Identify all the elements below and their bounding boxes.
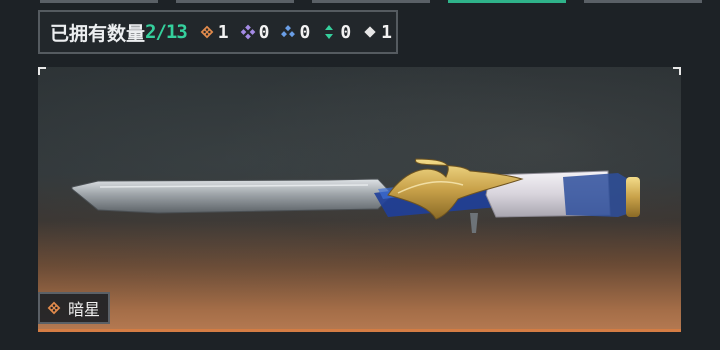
tab-indicator[interactable] — [584, 0, 702, 3]
tab-indicator[interactable] — [176, 0, 294, 3]
rarity-green: 0 — [321, 22, 351, 43]
tab-indicator-active[interactable] — [448, 0, 566, 3]
rarity-strip — [38, 329, 681, 332]
rarity-white-count: 1 — [381, 21, 392, 43]
rarity-blue-count: 0 — [299, 21, 311, 43]
rarity-green-count: 0 — [340, 21, 352, 43]
frame-corner — [38, 67, 46, 75]
rarity-purple-count: 0 — [258, 21, 270, 43]
rarity-orange-count: 1 — [217, 21, 229, 43]
tab-indicator[interactable] — [312, 0, 430, 3]
rarity-orange: 1 — [199, 22, 229, 43]
rarity-white: 1 — [362, 22, 392, 43]
rarity-purple: 0 — [240, 21, 270, 43]
ownership-counter: 已拥有数量 2/13 1 0 0 0 1 — [38, 10, 398, 54]
frame-corner — [673, 67, 681, 75]
blue-diamond-icon — [281, 25, 296, 38]
white-diamond-icon — [364, 26, 376, 38]
rarity-blue: 0 — [280, 22, 310, 43]
owned-count: 2/13 — [145, 21, 188, 43]
knife-model-image — [71, 158, 640, 233]
purple-diamond-icon — [240, 24, 255, 40]
orange-diamond-icon — [200, 25, 214, 39]
tab-indicator[interactable] — [40, 0, 158, 3]
green-chevron-icon — [325, 25, 334, 39]
item-preview[interactable] — [38, 67, 681, 332]
owned-label: 已拥有数量 — [50, 22, 146, 45]
item-name-tag: 暗星 — [38, 292, 111, 324]
orange-diamond-icon — [47, 301, 61, 315]
item-name: 暗星 — [68, 300, 101, 319]
top-tab-strip — [0, 0, 720, 3]
